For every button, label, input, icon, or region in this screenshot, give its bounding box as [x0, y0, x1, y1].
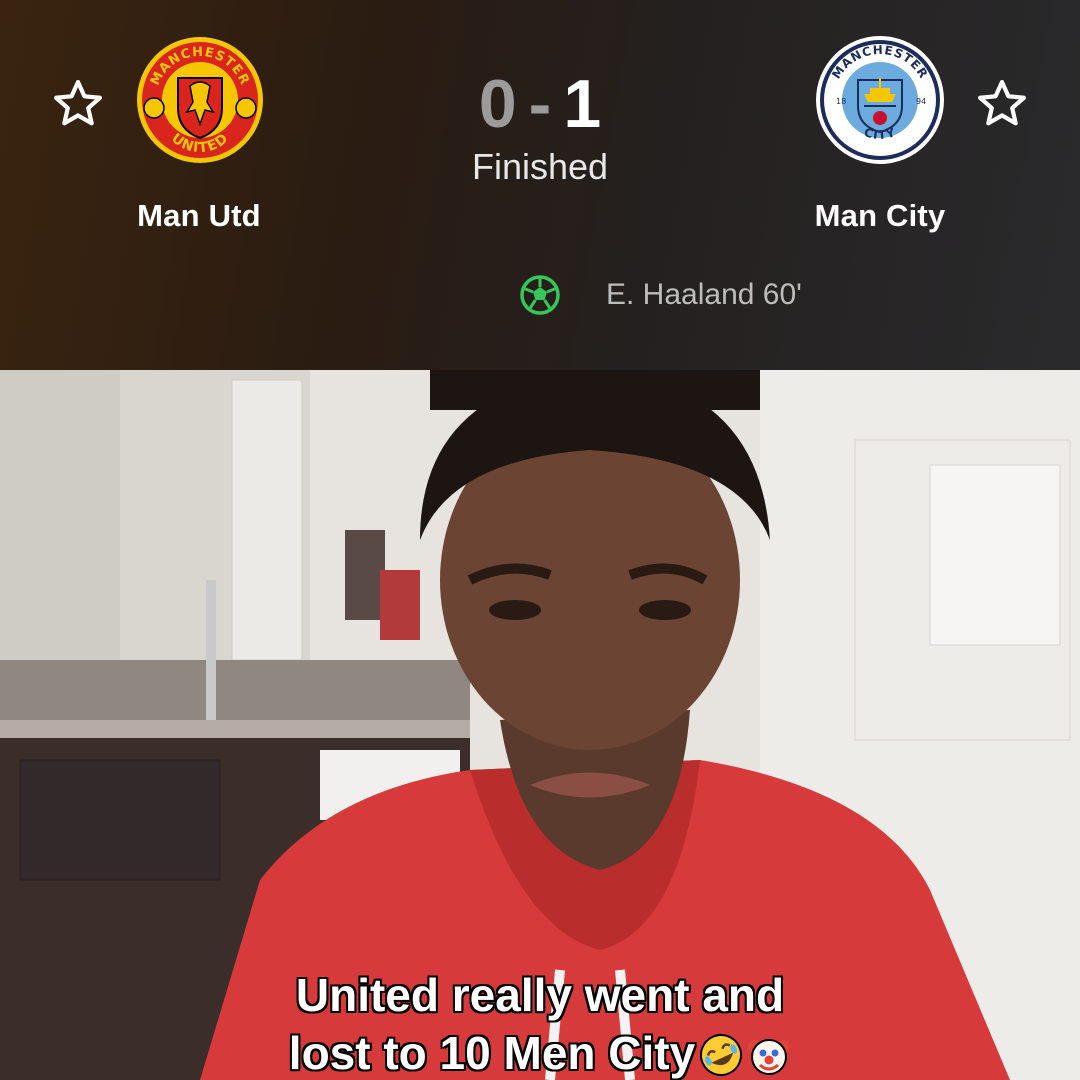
video-caption: United really went and lost to 10 Men Ci… — [140, 966, 940, 1080]
caption-line-2: lost to 10 Men City — [288, 1027, 696, 1079]
away-crest-right-year: 94 — [916, 97, 926, 106]
goal-event: E. Haaland 60' — [518, 272, 802, 318]
caption-line-1: United really went and — [295, 969, 785, 1021]
match-scoreboard: MANCHESTER UNITED Man Utd 0-1 Finished M… — [0, 0, 1080, 370]
home-team-name[interactable]: Man Utd — [69, 198, 329, 234]
match-score: 0-1 — [390, 66, 690, 142]
caption-line-2-wrap: lost to 10 Men City — [140, 1024, 940, 1080]
rolling-laughing-emoji-icon — [699, 1032, 743, 1076]
match-status: Finished — [471, 146, 609, 187]
away-team-name[interactable]: Man City — [750, 198, 1010, 234]
away-score: 1 — [563, 66, 602, 142]
man-city-crest-icon: MANCHESTER CITY 18 94 — [814, 34, 946, 166]
goal-scorer: E. Haaland 60' — [606, 278, 802, 311]
home-score: 0 — [478, 66, 517, 142]
clown-face-emoji-icon — [747, 1032, 791, 1076]
video-frame[interactable]: United really went and lost to 10 Men Ci… — [0, 370, 1080, 1080]
favorite-home-star-icon[interactable] — [50, 76, 106, 132]
away-crest-left-year: 18 — [836, 97, 846, 106]
favorite-away-star-icon[interactable] — [974, 76, 1030, 132]
football-icon — [518, 273, 562, 317]
score-separator: - — [528, 66, 552, 142]
man-utd-crest-icon: MANCHESTER UNITED — [134, 34, 266, 166]
